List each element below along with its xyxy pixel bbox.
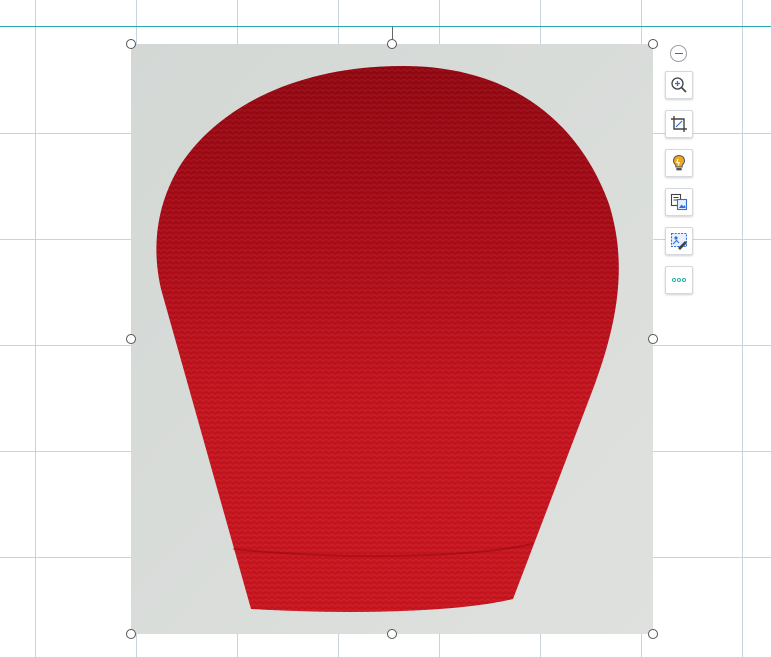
resize-handle-middle-left[interactable]: [126, 334, 136, 344]
resize-handle-bottom-center[interactable]: [387, 629, 397, 639]
alignment-guide-line: [0, 26, 771, 27]
document-canvas: [0, 0, 771, 657]
resize-handle-top-center[interactable]: [387, 39, 397, 49]
collapse-toolbar-button[interactable]: [670, 45, 687, 62]
resize-handle-middle-right[interactable]: [648, 334, 658, 344]
minus-circle-icon: [674, 52, 683, 55]
resize-handle-top-left[interactable]: [126, 39, 136, 49]
image-edit-icon: [670, 232, 688, 250]
image-convert-button[interactable]: [665, 188, 693, 216]
crop-button[interactable]: [665, 110, 693, 138]
image-edit-button[interactable]: [665, 227, 693, 255]
crop-icon: [671, 116, 687, 132]
more-options-button[interactable]: [665, 266, 693, 294]
rotation-handle-stem: [392, 27, 393, 39]
zoom-in-icon: [671, 77, 687, 93]
resize-handle-bottom-right[interactable]: [648, 629, 658, 639]
resize-handle-bottom-left[interactable]: [126, 629, 136, 639]
more-icon: [672, 278, 686, 282]
zoom-in-button[interactable]: [665, 71, 693, 99]
red-fabric-photo: [131, 44, 653, 634]
selected-image[interactable]: [131, 44, 653, 634]
lightbulb-icon: [672, 154, 686, 171]
image-convert-icon: [670, 193, 688, 211]
smart-tips-button[interactable]: [665, 149, 693, 177]
resize-handle-top-right[interactable]: [648, 39, 658, 49]
